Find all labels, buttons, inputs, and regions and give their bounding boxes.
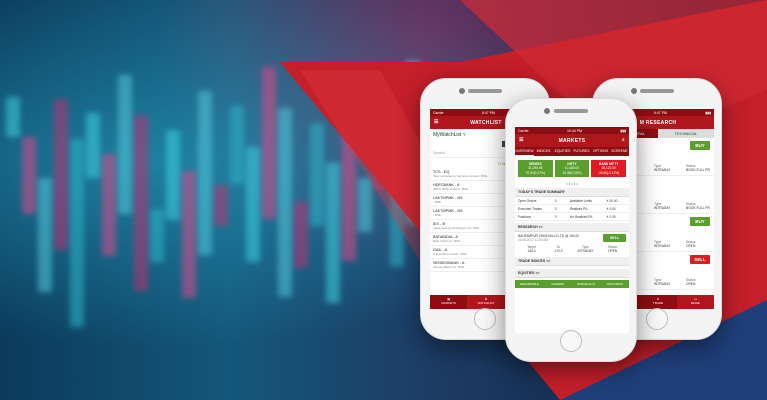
summary-cell: ₹ 0.00 — [606, 214, 616, 219]
summary-cell: Executed Trades — [518, 206, 542, 211]
summary-cell: ₹ 00.00 — [606, 198, 618, 203]
nav-more[interactable]: ••• MORE — [676, 295, 714, 309]
type-value: INTRADAY — [654, 244, 671, 248]
tab-overview[interactable]: OVERVIEW — [515, 147, 534, 156]
summary-row: Open Orders 0 Available Limits ₹ 00.00 — [515, 197, 629, 206]
summary-cell: ₹ 0.00 — [606, 206, 616, 211]
status-value: BOOK FULL PR — [686, 206, 710, 210]
menu-icon[interactable]: ☰ — [434, 119, 439, 125]
index-change: -35.85(-0.12%) — [598, 170, 620, 175]
clock: 6:47 PM — [481, 110, 495, 115]
index-card[interactable]: NIFTY 10,180.00 25.35(0.25%) — [554, 160, 590, 178]
research-item-date: 22.06.2017 11:32 AM — [518, 238, 549, 243]
research-col: Type INTRADAY — [572, 245, 599, 253]
summary-row: Positions 0 Un-Realized P/L ₹ 0.00 — [515, 213, 629, 222]
buy-button[interactable]: BUY — [690, 141, 710, 150]
trade-indices-header[interactable]: TRADE INDICES >> — [515, 257, 629, 267]
research-col-value: INTRADAY — [577, 249, 594, 254]
index-change: 25.35(0.25%) — [562, 170, 582, 175]
pager-dots[interactable]: • • • • • — [515, 181, 629, 188]
carrier-label: Carrier — [433, 110, 444, 115]
type-value: INTRADAY — [654, 282, 671, 286]
equity-tab[interactable]: TOPLOSERS — [601, 280, 630, 288]
research-action-button[interactable]: SELL — [603, 234, 626, 243]
status-value: BOOK FULL PR — [686, 168, 710, 172]
clock: 10:44 PM — [566, 128, 582, 133]
clock: 6:47 PM — [653, 110, 667, 115]
trade-summary-title: TODAY'S TRADE SUMMARY — [515, 188, 629, 198]
equity-tab[interactable]: REMARKABLE — [515, 280, 544, 288]
page-title: WATCHLIST — [470, 119, 502, 126]
nav-trade[interactable]: ⇅TRADE — [639, 295, 676, 309]
menu-icon[interactable]: ☰ — [519, 137, 524, 143]
summary-cell: Un-Realized P/L — [569, 214, 594, 219]
sell-button[interactable]: SELL — [690, 255, 710, 264]
nav-watchlist[interactable]: ♛ WATCHLIST — [467, 295, 505, 309]
index-card[interactable]: BANK NIFTY 25,120.00 -35.85(-0.12%) — [591, 160, 627, 178]
research-col: Target 146.0 — [518, 245, 545, 253]
research-col-value: 146.0 — [527, 249, 536, 254]
type-value: INTRADAY — [654, 206, 671, 210]
research-col-value: 170.0 — [554, 249, 563, 254]
research-header[interactable]: RESEARCH >> — [515, 223, 629, 233]
research-col: SL 170.0 — [545, 245, 572, 253]
watchlist-select[interactable]: MyWatchList ˅ — [433, 132, 466, 138]
status-value: OPEN — [686, 282, 696, 286]
equities-header[interactable]: EQUITIES >> — [515, 269, 629, 279]
tab-options[interactable]: OPTIONS — [591, 147, 610, 156]
search-icon[interactable]: ⌕ — [622, 137, 625, 143]
status-value: OPEN — [686, 244, 696, 248]
carrier-label: Carrier — [518, 128, 529, 133]
equity-tab[interactable]: BAHUBAHUS — [572, 280, 601, 288]
tab-screene[interactable]: SCREENE — [610, 147, 629, 156]
home-button[interactable] — [646, 308, 668, 330]
equity-tab[interactable]: GAINERS — [544, 280, 573, 288]
research-col: Status OPEN — [599, 245, 626, 253]
tab-indices[interactable]: INDICES — [534, 147, 553, 156]
symbol-header: Symbol — [433, 151, 445, 155]
home-button[interactable] — [474, 308, 496, 330]
nav-markets[interactable]: ▦ MARKETS — [430, 295, 467, 309]
tab-futures[interactable]: FUTURES — [572, 147, 591, 156]
index-change: 97.64(0.27%) — [525, 170, 545, 175]
home-button[interactable] — [560, 330, 582, 352]
summary-cell: 0 — [554, 206, 557, 211]
summary-cell: 0 — [554, 214, 557, 219]
research-col-value: OPEN — [607, 249, 618, 254]
market-tabs: OVERVIEW INDICES EQUITIES FUTURES OPTIONS SCR… — [515, 147, 629, 156]
tab-equities[interactable]: EQUITIES — [553, 147, 572, 156]
summary-cell: Positions — [518, 214, 531, 219]
markets-screen: Carrier 10:44 PM ▮▮▮ ☰ MARKETS ⌕ OVERVIEW IND… — [515, 127, 629, 333]
summary-cell: Open Orders — [518, 198, 537, 203]
tab-technical[interactable]: TECHNICAL — [658, 129, 714, 138]
summary-row: Executed Trades 0 Realized P/L ₹ 0.00 — [515, 205, 629, 214]
page-title: MARKETS — [558, 137, 586, 144]
type-value: INTRADAY — [654, 168, 671, 172]
summary-cell: Realized P/L — [569, 206, 588, 211]
center-phone: Carrier 10:44 PM ▮▮▮ ☰ MARKETS ⌕ OVERVIEW IND… — [505, 98, 637, 362]
page-title: M RESEARCH — [639, 119, 677, 126]
summary-cell: 0 — [554, 198, 557, 203]
summary-cell: Available Limits — [569, 198, 592, 203]
buy-button[interactable]: BUY — [690, 217, 710, 226]
index-card[interactable]: SENSEX 31,093.96 97.64(0.27%) — [518, 160, 553, 178]
